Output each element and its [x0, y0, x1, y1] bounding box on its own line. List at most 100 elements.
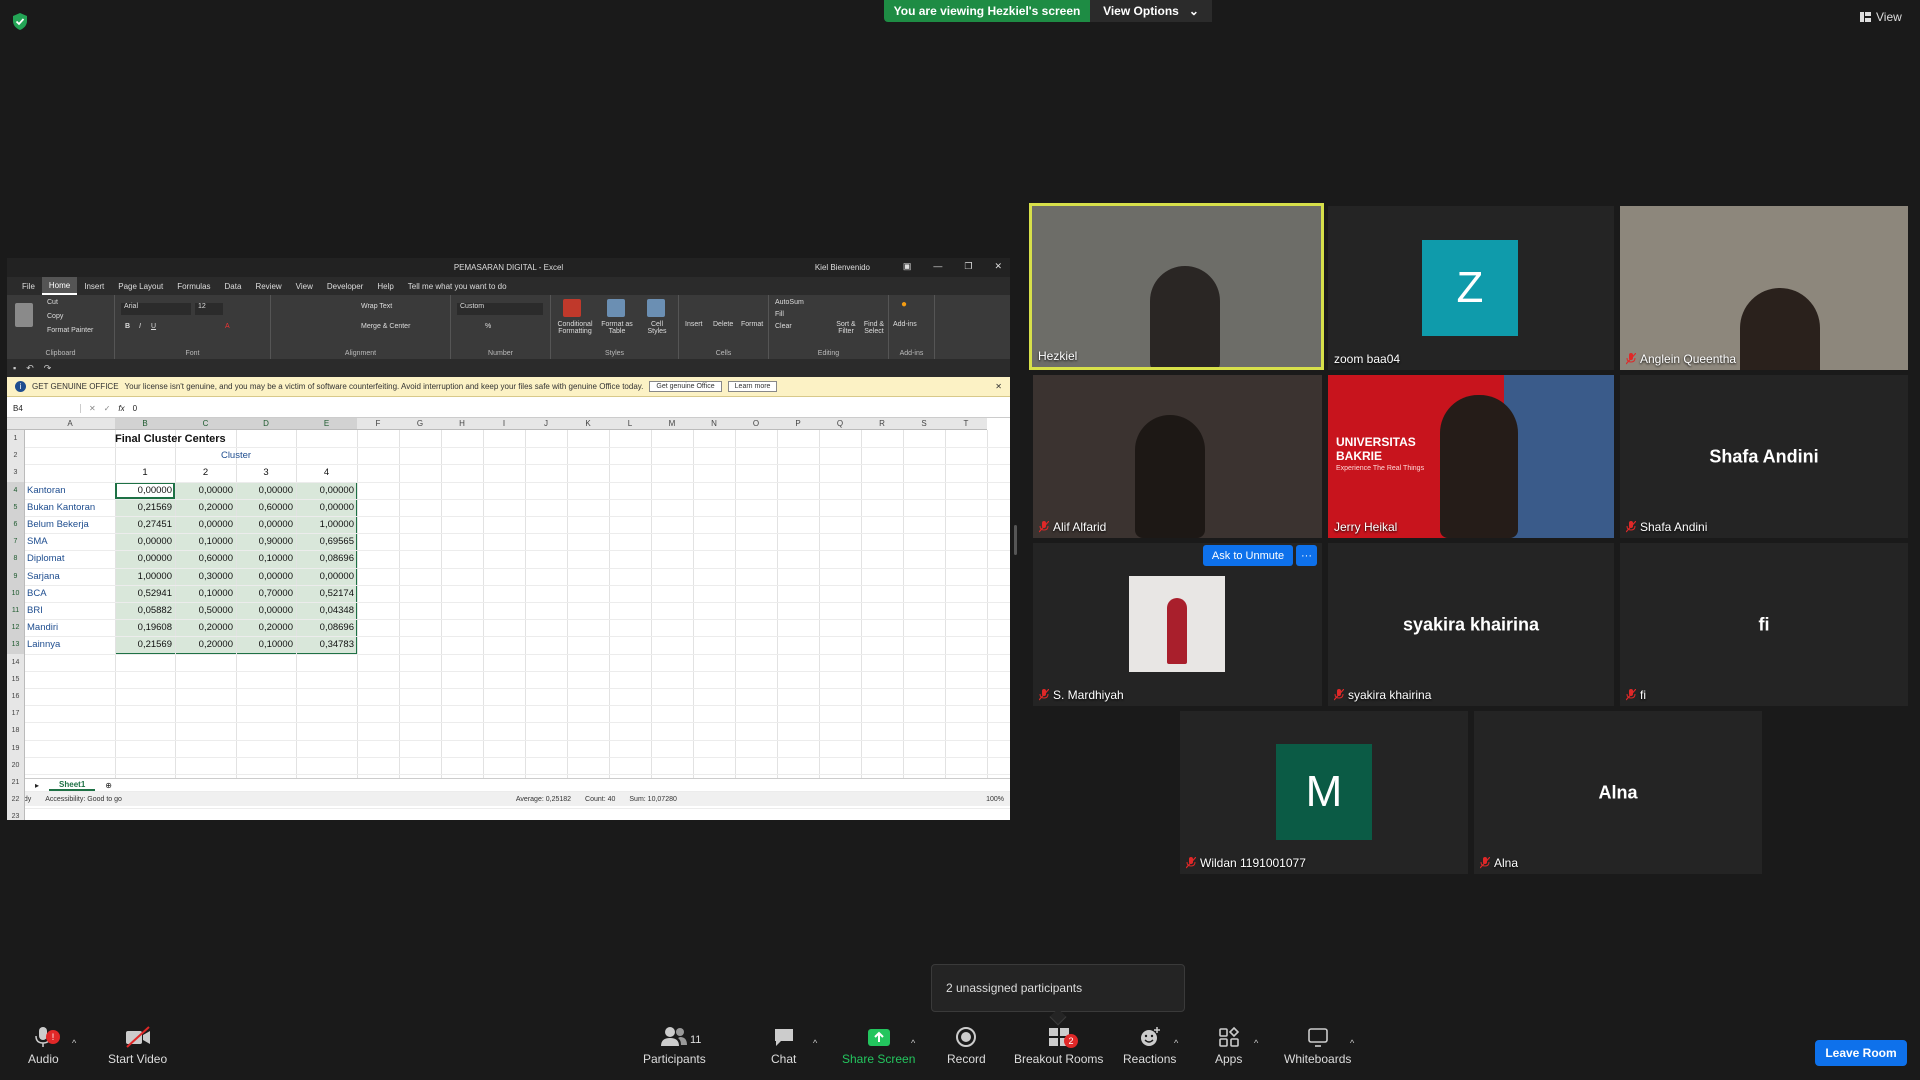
video-tile-syakira[interactable]: syakira khairina syakira khairina	[1328, 543, 1614, 706]
minimize-icon[interactable]: —	[933, 261, 942, 272]
format-cells-button[interactable]: Format	[741, 321, 763, 328]
row-header-15[interactable]: 15	[7, 670, 25, 688]
column-header-q[interactable]: Q	[819, 418, 861, 430]
percent-icon[interactable]: %	[485, 323, 491, 330]
column-header-k[interactable]: K	[567, 418, 609, 430]
column-header-o[interactable]: O	[735, 418, 777, 430]
cell-styles-button[interactable]: Cell Styles	[641, 321, 673, 335]
column-header-g[interactable]: G	[399, 418, 441, 430]
video-tile-alna[interactable]: Alna Alna	[1474, 711, 1762, 874]
bold-icon[interactable]: B	[125, 323, 130, 330]
row-label-cell[interactable]: Bukan Kantoran	[27, 499, 95, 516]
tab-insert[interactable]: Insert	[77, 277, 111, 295]
row-label-cell[interactable]: SMA	[27, 533, 48, 550]
row-label-cell[interactable]: Diplomat	[27, 550, 65, 567]
row-header-8[interactable]: 8	[7, 550, 25, 568]
row-header-2[interactable]: 2	[7, 447, 25, 465]
wrap-text-button[interactable]: Wrap Text	[361, 303, 392, 310]
value-cell[interactable]: 1,00000	[115, 568, 175, 585]
name-box[interactable]: B4	[11, 404, 81, 413]
learn-more-button[interactable]: Learn more	[727, 381, 778, 392]
font-size-select[interactable]: 12	[195, 303, 223, 315]
addins-button[interactable]: Add-ins	[893, 321, 917, 328]
value-cell[interactable]: 0,00000	[296, 499, 357, 516]
row-header-3[interactable]: 3	[7, 464, 25, 482]
video-tile-jerry[interactable]: UNIVERSITAS BAKRIE Experience The Real T…	[1328, 375, 1614, 538]
underline-icon[interactable]: U	[151, 323, 156, 330]
row-header-12[interactable]: 12	[7, 619, 25, 637]
leave-room-button[interactable]: Leave Room	[1815, 1040, 1907, 1066]
value-cell[interactable]: 0,00000	[115, 481, 175, 499]
tab-review[interactable]: Review	[248, 277, 288, 295]
row-header-14[interactable]: 14	[7, 653, 25, 671]
row-header-10[interactable]: 10	[7, 584, 25, 602]
unassigned-participants-toast[interactable]: 2 unassigned participants	[931, 964, 1185, 1012]
value-cell[interactable]: 0,05882	[115, 602, 175, 619]
cluster-number-cell[interactable]: 2	[175, 464, 236, 481]
value-cell[interactable]: 0,00000	[115, 550, 175, 567]
column-header-s[interactable]: S	[903, 418, 945, 430]
tab-help[interactable]: Help	[370, 277, 400, 295]
video-tile-zoom-baa04[interactable]: Z zoom baa04	[1328, 206, 1614, 370]
maximize-icon[interactable]: ❐	[964, 261, 972, 272]
value-cell[interactable]: 0,20000	[236, 619, 296, 636]
row-header-21[interactable]: 21	[7, 774, 25, 792]
video-tile-wildan[interactable]: M Wildan 1191001077	[1180, 711, 1468, 874]
get-genuine-office-button[interactable]: Get genuine Office	[649, 381, 722, 392]
select-all-corner[interactable]	[7, 418, 25, 430]
undo-icon[interactable]: ↶	[26, 363, 34, 374]
insert-cells-button[interactable]: Insert	[685, 321, 703, 328]
cut-button[interactable]: Cut	[47, 299, 58, 306]
clear-button[interactable]: Clear	[775, 323, 792, 330]
video-tile-anglein[interactable]: Anglein Queentha	[1620, 206, 1908, 370]
video-tile-shafa[interactable]: Shafa Andini Shafa Andini	[1620, 375, 1908, 538]
ribbon-display-icon[interactable]: ▣	[903, 261, 912, 272]
cluster-number-cell[interactable]: 1	[115, 464, 175, 481]
value-cell[interactable]: 0,69565	[296, 533, 357, 550]
tab-data[interactable]: Data	[218, 277, 249, 295]
cluster-number-cell[interactable]: 4	[296, 464, 357, 481]
value-cell[interactable]: 0,30000	[175, 568, 236, 585]
value-cell[interactable]: 0,00000	[236, 516, 296, 533]
row-header-6[interactable]: 6	[7, 516, 25, 534]
column-header-b[interactable]: B	[115, 418, 175, 430]
fill-button[interactable]: Fill	[775, 311, 784, 318]
column-header-e[interactable]: E	[296, 418, 357, 430]
value-cell[interactable]: 0,00000	[236, 568, 296, 585]
row-label-cell[interactable]: BCA	[27, 585, 47, 602]
autosum-button[interactable]: AutoSum	[775, 299, 804, 306]
whiteboards-button[interactable]: Whiteboards	[1284, 1026, 1351, 1066]
value-cell[interactable]: 0,52941	[115, 585, 175, 602]
column-header-h[interactable]: H	[441, 418, 483, 430]
row-header-18[interactable]: 18	[7, 722, 25, 740]
column-header-a[interactable]: A	[25, 418, 115, 430]
value-cell[interactable]: 0,60000	[236, 499, 296, 516]
function-icon[interactable]: fx	[118, 404, 124, 413]
column-header-m[interactable]: M	[651, 418, 693, 430]
column-header-j[interactable]: J	[525, 418, 567, 430]
redo-icon[interactable]: ↷	[44, 363, 52, 374]
row-header-16[interactable]: 16	[7, 688, 25, 706]
value-cell[interactable]: 0,34783	[296, 636, 357, 653]
value-cell[interactable]: 0,10000	[236, 550, 296, 567]
value-cell[interactable]: 1,00000	[296, 516, 357, 533]
video-tile-mardhiyah[interactable]: S. Mardhiyah	[1033, 543, 1322, 706]
row-header-23[interactable]: 23	[7, 808, 25, 820]
tab-file[interactable]: File	[15, 277, 42, 295]
add-sheet-icon[interactable]: ⊕	[105, 781, 112, 790]
value-cell[interactable]: 0,08696	[296, 550, 357, 567]
value-cell[interactable]: 0,20000	[175, 619, 236, 636]
column-header-d[interactable]: D	[236, 418, 296, 430]
status-accessibility[interactable]: Accessibility: Good to go	[45, 796, 122, 803]
value-cell[interactable]: 0,20000	[175, 499, 236, 516]
enter-icon[interactable]: ✓	[104, 404, 111, 413]
format-painter-button[interactable]: Format Painter	[47, 327, 93, 334]
italic-icon[interactable]: I	[139, 323, 141, 330]
value-cell[interactable]: 0,60000	[175, 550, 236, 567]
tab-developer[interactable]: Developer	[320, 277, 370, 295]
row-label-cell[interactable]: Kantoran	[27, 482, 66, 499]
row-header-13[interactable]: 13	[7, 636, 25, 654]
tab-home[interactable]: Home	[41, 277, 78, 295]
spreadsheet-grid[interactable]: A B C D E F G H I J K L M N O P Q R S T 1 2 3 4 5 6 7 8 9 10 11 12 13 14 1…	[7, 418, 1010, 820]
find-select-button[interactable]: Find & Select	[861, 321, 887, 335]
